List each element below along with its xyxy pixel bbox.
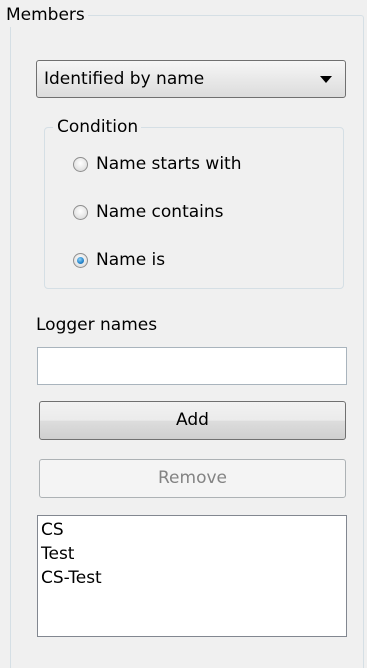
radio-button-icon[interactable] <box>73 204 88 220</box>
radio-label: Name is <box>96 250 166 270</box>
chevron-down-icon <box>320 76 332 83</box>
logger-names-list[interactable]: CS Test CS-Test <box>37 515 347 637</box>
logger-name-input[interactable] <box>37 347 347 385</box>
identification-dropdown[interactable]: Identified by name <box>36 60 346 98</box>
radio-button-selected-icon[interactable] <box>73 252 88 268</box>
radio-label: Name starts with <box>96 154 242 174</box>
identification-dropdown-value: Identified by name <box>44 69 205 89</box>
radio-button-icon[interactable] <box>73 156 88 172</box>
radio-name-is[interactable]: Name is <box>73 248 165 272</box>
list-item[interactable]: CS-Test <box>41 566 343 590</box>
members-groupbox-title: Members <box>6 3 88 27</box>
logger-names-label: Logger names <box>36 315 158 335</box>
remove-button: Remove <box>39 459 346 498</box>
radio-name-starts-with[interactable]: Name starts with <box>73 152 241 176</box>
radio-name-contains[interactable]: Name contains <box>73 200 224 224</box>
radio-label: Name contains <box>96 202 224 222</box>
members-panel: Members Identified by name Condition Nam… <box>0 0 367 668</box>
list-item[interactable]: CS <box>41 518 343 542</box>
condition-groupbox-title: Condition <box>53 114 142 140</box>
list-item[interactable]: Test <box>41 542 343 566</box>
add-button[interactable]: Add <box>39 401 346 440</box>
